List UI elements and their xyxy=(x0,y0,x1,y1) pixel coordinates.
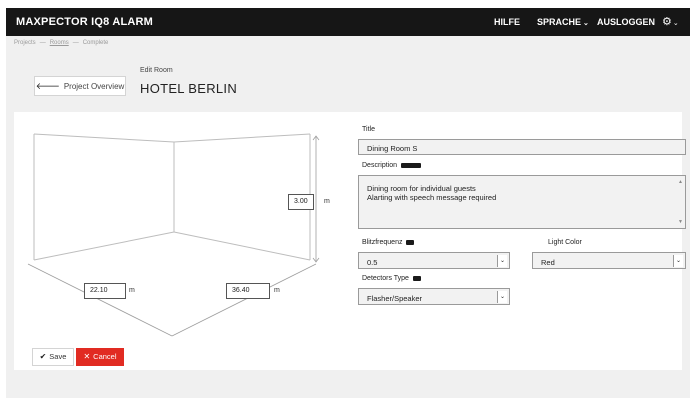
scroll-down-icon[interactable]: ▼ xyxy=(678,219,683,225)
breadcrumb-item[interactable]: Projects xyxy=(14,40,36,46)
breadcrumb-separator: — xyxy=(39,40,46,46)
edit-room-card: 3.00 m 22.10 m 36.40 m Title Dining Room… xyxy=(14,112,686,370)
flash-frequency-label-text: Blitzfrequenz xyxy=(362,239,403,246)
room-edge xyxy=(173,231,311,261)
nav-language[interactable]: SPRACHE ⌄ xyxy=(537,17,589,27)
nav-logout[interactable]: AUSLOGGEN xyxy=(597,17,655,27)
chevron-down-icon: ⌄ xyxy=(672,20,679,27)
flash-frequency-label: Blitzfrequenz xyxy=(362,239,415,246)
cancel-label: Cancel xyxy=(93,352,117,361)
description-textarea[interactable]: Dining room for individual guests Alarti… xyxy=(358,175,686,229)
title-label: Title xyxy=(362,126,375,133)
chevron-down-icon: ⌄ xyxy=(673,255,683,267)
width-dimension-line xyxy=(27,263,173,337)
info-badge-icon[interactable] xyxy=(412,275,421,281)
gear-icon: ⚙ xyxy=(662,16,672,28)
room-depth-input[interactable]: 36.40 xyxy=(226,283,270,299)
detectors-type-label-text: Detectors Type xyxy=(362,275,409,282)
room-edge xyxy=(33,133,175,143)
description-label: Description xyxy=(362,162,422,169)
page-subtitle: Edit Room xyxy=(140,67,173,74)
app-brand: MAXPECTOR IQ8 ALARM xyxy=(16,16,154,28)
description-value: Dining room for individual guests Alarti… xyxy=(367,184,497,202)
room-edge xyxy=(33,231,175,261)
breadcrumb-item: Complete xyxy=(82,40,109,46)
depth-unit: m xyxy=(274,287,280,294)
project-overview-button[interactable]: 🡐 Project Overview xyxy=(34,76,126,96)
light-color-select[interactable]: Red ⌄ xyxy=(532,252,686,269)
page-header: 🡐 Project Overview Edit Room HOTEL BERLIN xyxy=(6,52,690,112)
room-edge xyxy=(173,133,311,143)
light-color-value: Red xyxy=(541,258,555,267)
height-unit: m xyxy=(324,198,330,205)
breadcrumb-item[interactable]: Rooms xyxy=(50,40,69,46)
settings-menu[interactable]: ⚙⌄ xyxy=(662,15,679,28)
nav-help[interactable]: HILFE xyxy=(494,17,520,27)
detectors-type-select[interactable]: Flasher/Speaker ⌄ xyxy=(358,288,510,305)
description-label-text: Description xyxy=(362,162,398,169)
chevron-down-icon: ⌄ xyxy=(497,291,507,303)
app-window: MAXPECTOR IQ8 ALARM HILFE SPRACHE ⌄ AUSLO… xyxy=(6,8,690,398)
detectors-type-label: Detectors Type xyxy=(362,275,421,282)
chevron-down-icon: ⌄ xyxy=(583,20,589,27)
flash-frequency-select[interactable]: 0.5 ⌄ xyxy=(358,252,510,269)
breadcrumb-separator: — xyxy=(72,40,79,46)
info-badge-icon[interactable] xyxy=(401,162,422,168)
arrow-left-icon: 🡐 xyxy=(35,81,60,91)
info-badge-icon[interactable] xyxy=(406,239,415,245)
room-depth-value: 36.40 xyxy=(232,287,250,294)
page-title: HOTEL BERLIN xyxy=(140,81,238,96)
title-input[interactable]: Dining Room S xyxy=(358,139,686,155)
chevron-down-icon: ⌄ xyxy=(497,255,507,267)
nav-language-label: SPRACHE xyxy=(537,17,582,27)
cancel-button[interactable]: ✕ Cancel xyxy=(76,348,124,366)
detectors-type-value: Flasher/Speaker xyxy=(367,294,423,303)
light-color-label: Light Color xyxy=(548,239,582,246)
room-height-value: 3.00 xyxy=(294,198,308,205)
room-height-input[interactable]: 3.00 xyxy=(288,194,314,210)
room-width-input[interactable]: 22.10 xyxy=(84,283,126,299)
breadcrumb: Projects — Rooms — Complete xyxy=(14,40,108,46)
width-unit: m xyxy=(129,287,135,294)
check-icon: ✔ xyxy=(39,352,47,361)
room-width-value: 22.10 xyxy=(90,287,108,294)
depth-dimension-line xyxy=(171,263,317,337)
title-value: Dining Room S xyxy=(367,144,418,153)
close-icon: ✕ xyxy=(83,352,91,361)
top-navigation-bar: MAXPECTOR IQ8 ALARM HILFE SPRACHE ⌄ AUSLO… xyxy=(6,8,690,36)
nav-logout-label: AUSLOGGEN xyxy=(597,17,656,27)
save-label: Save xyxy=(49,352,67,361)
flash-frequency-value: 0.5 xyxy=(367,258,378,267)
scroll-up-icon[interactable]: ▲ xyxy=(678,179,683,185)
room-3d-diagram xyxy=(27,133,320,337)
project-overview-label: Project Overview xyxy=(63,82,125,91)
nav-help-label: HILFE xyxy=(494,17,520,27)
save-button[interactable]: ✔ Save xyxy=(32,348,74,366)
